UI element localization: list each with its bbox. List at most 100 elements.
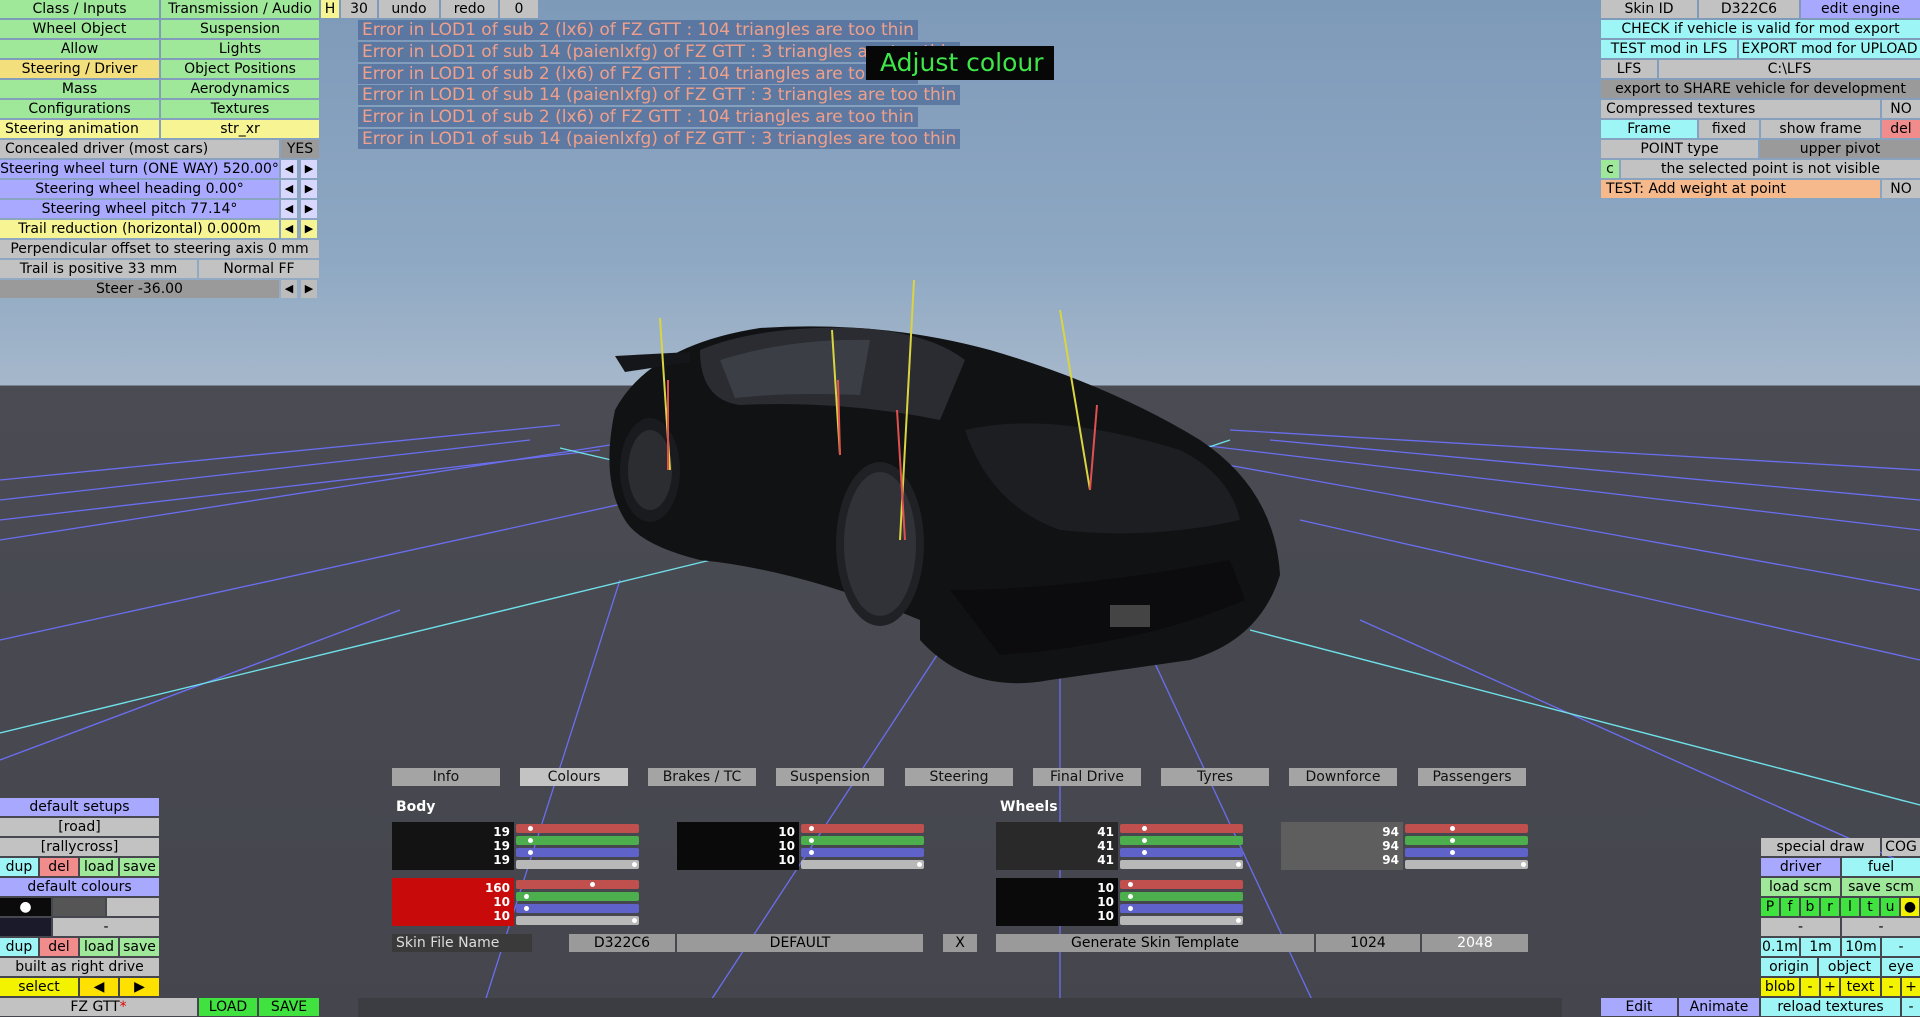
menu-allow[interactable]: Allow [0, 40, 159, 58]
frame-delete-button[interactable]: del [1882, 120, 1920, 138]
slider-knob[interactable] [1450, 850, 1456, 855]
generate-skin-template-button[interactable]: Generate Skin Template [996, 934, 1314, 952]
colours-del-button[interactable]: del [40, 938, 78, 956]
eye-button[interactable]: eye [1882, 958, 1920, 976]
red-slider[interactable] [1405, 824, 1528, 833]
menu-suspension[interactable]: Suspension [161, 20, 319, 38]
view-letter-0[interactable]: P [1761, 898, 1779, 916]
increase-arrow-icon[interactable]: ▶ [301, 200, 317, 218]
trail-mode[interactable]: Normal FF [199, 260, 319, 278]
trail-reduction[interactable]: Trail reduction (horizontal) 0.000m [0, 220, 279, 238]
fixed-button[interactable]: fixed [1699, 120, 1759, 138]
step-0-1m[interactable]: 0.1m [1761, 938, 1799, 956]
view-letter-4[interactable]: l [1841, 898, 1859, 916]
colours-dup-button[interactable]: dup [0, 938, 38, 956]
setup-dup-button[interactable]: dup [0, 858, 38, 876]
setup-save-button[interactable]: save [120, 858, 159, 876]
colours-save-button[interactable]: save [120, 938, 159, 956]
decrease-arrow-icon[interactable]: ◀ [281, 160, 297, 178]
tab-downforce[interactable]: Downforce [1289, 768, 1397, 786]
cog-button[interactable]: COG [1882, 838, 1920, 856]
load-car-button[interactable]: LOAD [199, 998, 257, 1016]
skin-id-field[interactable]: D322C6 [569, 934, 675, 952]
slider-knob[interactable] [632, 918, 637, 923]
alpha-slider[interactable] [516, 860, 639, 869]
minus-right[interactable]: - [1842, 918, 1920, 936]
red-slider[interactable] [1120, 824, 1243, 833]
view-letter-2[interactable]: b [1801, 898, 1819, 916]
slider-knob[interactable] [1450, 838, 1456, 843]
animate-mode-button[interactable]: Animate [1679, 998, 1759, 1016]
decrease-arrow-icon[interactable]: ◀ [281, 200, 297, 218]
red-slider[interactable] [1120, 880, 1243, 889]
green-slider[interactable] [1405, 836, 1528, 845]
slider-knob[interactable] [809, 850, 815, 855]
slider-knob[interactable] [1128, 882, 1134, 887]
increase-arrow-icon[interactable]: ▶ [301, 180, 317, 198]
skin-id-value[interactable]: D322C6 [1699, 0, 1799, 18]
green-slider[interactable] [1120, 836, 1243, 845]
reload-minus[interactable]: - [1902, 998, 1920, 1016]
view-letter-5[interactable]: t [1861, 898, 1879, 916]
menu-configurations[interactable]: Configurations [0, 100, 159, 118]
lfs-path[interactable]: C:\LFS [1659, 60, 1920, 78]
colour-slot-1[interactable]: ● [0, 898, 51, 916]
steer-slider[interactable]: Steer -36.00 [0, 280, 279, 298]
slider-knob[interactable] [1142, 850, 1147, 855]
blue-slider[interactable] [516, 848, 639, 857]
driver-button[interactable]: driver [1761, 858, 1840, 876]
colour-slot-2[interactable] [53, 898, 105, 916]
slider-knob[interactable] [1142, 826, 1147, 831]
resolution-2048-button[interactable]: 2048 [1422, 934, 1528, 952]
slider-knob[interactable] [1128, 906, 1134, 911]
steering-wheel-pitch[interactable]: Steering wheel pitch 77.14° [0, 200, 279, 218]
blob-button[interactable]: blob [1761, 978, 1799, 996]
tab-tyres[interactable]: Tyres [1161, 768, 1269, 786]
slider-knob[interactable] [809, 826, 815, 831]
slider-knob[interactable] [1128, 894, 1134, 899]
origin-button[interactable]: origin [1761, 958, 1817, 976]
tab-brakes-tc[interactable]: Brakes / TC [648, 768, 756, 786]
menu-transmission-audio[interactable]: Transmission / Audio [161, 0, 319, 18]
slider-knob[interactable] [1142, 838, 1147, 843]
green-slider[interactable] [801, 836, 924, 845]
green-slider[interactable] [1120, 892, 1243, 901]
skin-default-field[interactable]: DEFAULT [677, 934, 923, 952]
check-valid-button[interactable]: CHECK if vehicle is valid for mod export [1601, 20, 1920, 38]
text-plus[interactable]: + [1902, 978, 1920, 996]
edit-mode-button[interactable]: Edit [1601, 998, 1677, 1016]
red-slider[interactable] [516, 824, 639, 833]
decrease-arrow-icon[interactable]: ◀ [281, 220, 297, 238]
view-letter-6[interactable]: u [1881, 898, 1899, 916]
slider-knob[interactable] [917, 862, 922, 867]
steering-animation-value[interactable]: str_xr [161, 120, 319, 138]
steering-wheel-heading[interactable]: Steering wheel heading 0.00° [0, 180, 279, 198]
alpha-slider[interactable] [1120, 860, 1243, 869]
menu-textures[interactable]: Textures [161, 100, 319, 118]
c-button[interactable]: c [1601, 160, 1619, 178]
green-slider[interactable] [516, 836, 639, 845]
show-frame-button[interactable]: show frame [1761, 120, 1880, 138]
red-slider[interactable] [801, 824, 924, 833]
load-scm-button[interactable]: load scm [1761, 878, 1840, 896]
tab-steering[interactable]: Steering [905, 768, 1013, 786]
setup-road[interactable]: [road] [0, 818, 159, 836]
decrease-arrow-icon[interactable]: ◀ [281, 280, 297, 298]
step-10m[interactable]: 10m [1842, 938, 1880, 956]
blob-minus[interactable]: - [1801, 978, 1819, 996]
select-prev-icon[interactable]: ◀ [80, 978, 118, 996]
skin-clear-button[interactable]: X [943, 934, 977, 952]
setup-rallycross[interactable]: [rallycross] [0, 838, 159, 856]
skin-file-name-input[interactable]: Skin File Name [392, 934, 532, 952]
menu-steering-driver[interactable]: Steering / Driver [0, 60, 159, 78]
alpha-slider[interactable] [516, 916, 639, 925]
object-button[interactable]: object [1819, 958, 1880, 976]
colours-load-button[interactable]: load [80, 938, 118, 956]
steering-wheel-turn[interactable]: Steering wheel turn (ONE WAY) 520.00° [0, 160, 279, 178]
increase-arrow-icon[interactable]: ▶ [301, 220, 317, 238]
blue-slider[interactable] [1120, 904, 1243, 913]
export-share-button[interactable]: export to SHARE vehicle for development [1601, 80, 1920, 98]
slider-knob[interactable] [1450, 826, 1456, 831]
test-weight-toggle[interactable]: NO [1882, 180, 1920, 198]
view-letter-3[interactable]: r [1821, 898, 1839, 916]
